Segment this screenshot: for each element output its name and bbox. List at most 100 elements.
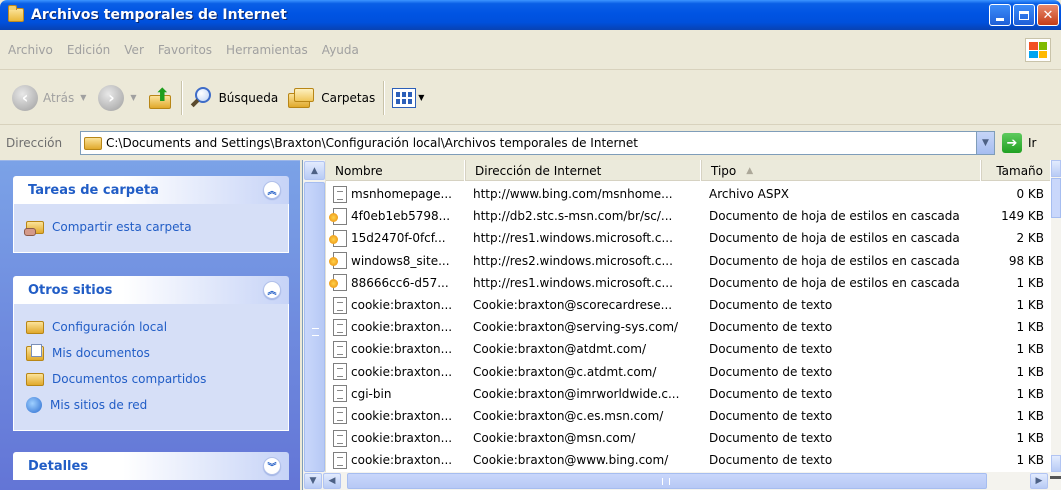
table-row[interactable]: cookie:braxton... Cookie:braxton@www.bing… [326, 449, 1052, 471]
table-row[interactable]: 15d2470f-0fcf... http://res1.windows.micr… [326, 227, 1052, 249]
table-row[interactable]: windows8_site... http://res2.windows.micr… [326, 250, 1052, 272]
column-header-size[interactable]: Tamaño [982, 160, 1052, 181]
forward-dropdown-icon[interactable]: ▼ [130, 93, 136, 102]
file-address: http://res2.windows.microsoft.c... [473, 253, 673, 268]
back-button-label[interactable]: Atrás [43, 91, 74, 105]
menu-archivo[interactable]: Archivo [0, 43, 60, 57]
file-name-cell[interactable]: cgi-bin [326, 385, 466, 403]
table-row[interactable]: cookie:braxton... Cookie:braxton@atdmt.co… [326, 338, 1052, 360]
file-name: cgi-bin [351, 386, 392, 401]
column-header-name[interactable]: Nombre [326, 160, 466, 181]
menu-herramientas[interactable]: Herramientas [219, 43, 315, 57]
details-title: Detalles [28, 458, 89, 474]
scroll-up-button[interactable]: ▲ [304, 161, 325, 180]
scroll-right-button[interactable]: ▶ [1030, 473, 1048, 489]
other-places-header[interactable]: Otros sitios ︽ [13, 276, 289, 304]
menu-ver[interactable]: Ver [117, 43, 151, 57]
folder-icon [84, 136, 102, 150]
chevron-left-icon: ◀ [328, 476, 336, 486]
folders-button-label[interactable]: Carpetas [321, 91, 375, 105]
window-title: Archivos temporales de Internet [31, 7, 287, 23]
table-row[interactable]: cookie:braxton... Cookie:braxton@msn.com/… [326, 427, 1052, 449]
file-address: Cookie:braxton@imrworldwide.c... [473, 386, 680, 401]
go-label: Ir [1028, 136, 1037, 150]
close-button[interactable]: ✕ [1037, 4, 1059, 26]
file-name: cookie:braxton... [351, 408, 453, 423]
file-name-cell[interactable]: cookie:braxton... [326, 429, 466, 447]
list-vertical-scrollbar[interactable] [1051, 160, 1061, 472]
file-name-cell[interactable]: cookie:braxton... [326, 318, 466, 336]
place-my-documents[interactable]: Mis documentos [26, 340, 276, 366]
table-row[interactable]: cookie:braxton... Cookie:braxton@c.es.msn… [326, 405, 1052, 427]
file-name: windows8_site... [351, 253, 450, 268]
scroll-thumb[interactable] [304, 182, 325, 472]
place-network[interactable]: Mis sitios de red [26, 392, 276, 418]
folder-tasks-header[interactable]: Tareas de carpeta ︽ [13, 176, 289, 204]
file-rows: msnhomepage... http://www.bing.com/msnhom… [326, 183, 1052, 471]
file-name-cell[interactable]: windows8_site... [326, 252, 466, 270]
file-name-cell[interactable]: cookie:braxton... [326, 296, 466, 314]
collapse-icon[interactable]: ︽ [263, 281, 281, 299]
horizontal-scrollbar[interactable]: ▼ ◀ ▶ [303, 472, 1061, 490]
expand-icon[interactable]: ︾ [263, 457, 281, 475]
file-name-cell[interactable]: cookie:braxton... [326, 407, 466, 425]
file-name-cell[interactable]: cookie:braxton... [326, 451, 466, 469]
table-row[interactable]: 4f0eb1eb5798... http://db2.stc.s-msn.com/… [326, 205, 1052, 227]
file-name: cookie:braxton... [351, 453, 453, 468]
file-name-cell[interactable]: cookie:braxton... [326, 363, 466, 381]
scroll-thumb[interactable] [1051, 178, 1061, 218]
scroll-down-button[interactable] [1051, 455, 1061, 472]
table-row[interactable]: cgi-bin Cookie:braxton@imrworldwide.c... D… [326, 383, 1052, 405]
task-pane-scrollbar[interactable]: ▲ [303, 160, 326, 472]
place-shared-documents[interactable]: Documentos compartidos [26, 366, 276, 392]
scroll-down-button[interactable]: ▼ [304, 473, 322, 489]
go-button[interactable]: ➔ Ir [1002, 133, 1036, 153]
title-bar[interactable]: Archivos temporales de Internet ✕ [0, 0, 1061, 30]
file-name-cell[interactable]: 4f0eb1eb5798... [326, 207, 466, 225]
file-type: Archivo ASPX [709, 187, 789, 202]
address-value[interactable]: C:\Documents and Settings\Braxton\Config… [106, 136, 638, 150]
file-name-cell[interactable]: 15d2470f-0fcf... [326, 229, 466, 247]
scroll-up-button[interactable] [1051, 160, 1061, 177]
address-field[interactable]: C:\Documents and Settings\Braxton\Config… [80, 131, 995, 155]
share-folder-link[interactable]: Compartir esta carpeta [24, 214, 276, 240]
file-type: Documento de texto [709, 320, 833, 335]
details-header[interactable]: Detalles ︾ [13, 452, 289, 480]
folder-up-icon[interactable]: ⬆ [147, 85, 173, 111]
resize-grip [1050, 476, 1061, 479]
menu-edicion[interactable]: Edición [60, 43, 117, 57]
file-name-cell[interactable]: msnhomepage... [326, 185, 466, 203]
table-row[interactable]: 88666cc6-d57... http://res1.windows.micro… [326, 272, 1052, 294]
views-dropdown-icon[interactable]: ▼ [418, 93, 424, 102]
text-file-icon [333, 318, 347, 336]
horizontal-scroll-thumb[interactable] [347, 473, 987, 489]
folders-icon[interactable] [288, 87, 316, 109]
search-icon[interactable] [190, 86, 214, 110]
table-row[interactable]: cookie:braxton... Cookie:braxton@serving-… [326, 316, 1052, 338]
table-row[interactable]: cookie:braxton... Cookie:braxton@scorecar… [326, 294, 1052, 316]
address-dropdown-button[interactable]: ▼ [976, 132, 994, 154]
search-button-label[interactable]: Búsqueda [219, 91, 279, 105]
column-header-type[interactable]: Tipo ▲ [702, 160, 982, 181]
file-address: Cookie:braxton@msn.com/ [473, 431, 636, 446]
table-row[interactable]: msnhomepage... http://www.bing.com/msnhom… [326, 183, 1052, 205]
back-arrow-icon[interactable]: ‹ [12, 84, 38, 111]
menu-favoritos[interactable]: Favoritos [151, 43, 219, 57]
back-dropdown-icon[interactable]: ▼ [80, 93, 86, 102]
close-icon: ✕ [1042, 7, 1054, 23]
menu-ayuda[interactable]: Ayuda [315, 43, 366, 57]
minimize-button[interactable] [989, 4, 1011, 26]
maximize-button[interactable] [1013, 4, 1035, 26]
scroll-left-button[interactable]: ◀ [323, 473, 341, 489]
chevron-up-icon: ▲ [311, 165, 318, 176]
file-name-cell[interactable]: cookie:braxton... [326, 340, 466, 358]
file-name: cookie:braxton... [351, 342, 453, 357]
table-row[interactable]: cookie:braxton... Cookie:braxton@c.atdmt.… [326, 361, 1052, 383]
column-header-address[interactable]: Dirección de Internet [466, 160, 702, 181]
file-name-cell[interactable]: 88666cc6-d57... [326, 274, 466, 292]
views-icon[interactable] [392, 87, 417, 108]
collapse-icon[interactable]: ︽ [263, 181, 281, 199]
place-local-settings[interactable]: Configuración local [26, 314, 276, 340]
file-size: 1 KB [1016, 298, 1044, 313]
forward-arrow-icon[interactable]: › [98, 84, 125, 111]
